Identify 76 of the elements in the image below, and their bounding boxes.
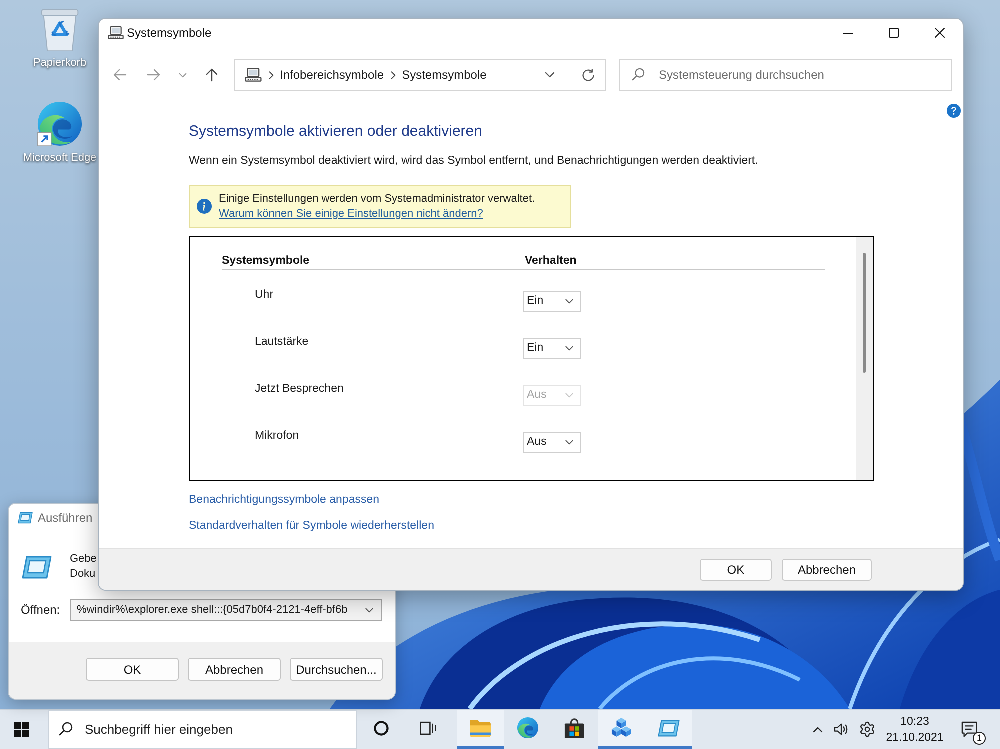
chevron-down-icon <box>565 440 574 445</box>
notification-badge: 1 <box>973 732 986 745</box>
run-button[interactable] <box>645 710 692 749</box>
chevron-down-icon[interactable] <box>545 72 555 78</box>
dialog-button[interactable]: Abbrechen <box>782 558 872 580</box>
window-title: Ausführen <box>38 510 93 526</box>
search-field[interactable]: Systemsteuerung durchsuchen <box>619 59 952 91</box>
symbol-name: Jetzt Besprechen <box>255 382 345 397</box>
notice-text: Einige Einstellungen werden vom Systemadministrator verwaltet. <box>219 192 536 206</box>
window-icon <box>22 556 52 579</box>
help-icon[interactable] <box>947 104 961 118</box>
window-title: Systemsymbole <box>127 25 212 41</box>
column-header: Verhalten <box>525 254 577 269</box>
chevron-down-icon <box>565 346 574 351</box>
windows-logo-icon <box>14 722 28 737</box>
search-icon <box>632 68 645 81</box>
dialog-button[interactable]: Durchsuchen... <box>290 658 383 681</box>
taskbar-search-field[interactable]: Suchbegriff hier eingeben <box>48 710 357 749</box>
recycle-bin-icon[interactable] <box>40 8 80 52</box>
scrollbar-thumb[interactable] <box>863 253 866 373</box>
behavior-dropdown[interactable]: Aus <box>523 432 581 453</box>
close-icon <box>935 28 945 38</box>
address-bar[interactable]: Infobereichsymbole Systemsymbole <box>234 59 606 91</box>
chevron-up-icon <box>813 726 823 732</box>
notification-icon[interactable] <box>960 721 978 738</box>
edge-logo-icon[interactable] <box>37 101 83 147</box>
notice-link[interactable]: Warum können Sie einige Einstellungen nicht ändern? <box>219 206 484 222</box>
description-text: Wenn ein Systemsymbol deaktiviert wird, wird das Symbol entfernt, und Benachrichtigungen werden deaktiviert. <box>189 154 758 169</box>
breadcrumb-item[interactable]: Infobereichsymbole <box>280 67 384 83</box>
behavior-dropdown[interactable]: Ein <box>523 338 581 359</box>
info-icon <box>197 199 212 214</box>
prompt-text: Gebe <box>70 552 97 567</box>
clock-time[interactable]: 10:23 <box>900 714 930 730</box>
app-button[interactable] <box>598 710 645 749</box>
chevron-down-icon <box>365 608 374 612</box>
window-icon <box>658 720 680 736</box>
dialog-button[interactable]: Abbrechen <box>188 658 281 681</box>
folder-icon <box>469 718 492 738</box>
shopping-bag-icon <box>564 718 585 738</box>
refresh-icon[interactable] <box>582 68 595 82</box>
breadcrumb-item[interactable]: Systemsymbole <box>402 67 487 83</box>
field-label: Öffnen: <box>21 602 62 619</box>
maximize-icon <box>889 28 899 38</box>
link[interactable]: Benachrichtigungssymbole anpassen <box>189 492 380 508</box>
window-icon <box>18 512 33 524</box>
chevron-right-icon <box>269 70 274 80</box>
search-icon <box>59 722 73 736</box>
symbol-name: Lautstärke <box>255 335 310 350</box>
arrow-left-icon <box>113 69 127 81</box>
task-view-icon <box>420 720 437 736</box>
link[interactable]: Standardverhalten für Symbole wiederherstellen <box>189 518 434 534</box>
cubes-icon <box>611 718 632 738</box>
speaker-icon <box>834 723 848 736</box>
dialog-button[interactable]: OK <box>700 558 772 580</box>
open-combobox[interactable]: %windir%\explorer.exe shell:::{05d7b0f4-2121-4eff-bf6b <box>70 599 382 621</box>
column-header: Systemsymbole <box>222 254 311 269</box>
chevron-down-icon <box>565 299 574 304</box>
file-explorer-button[interactable] <box>457 710 504 749</box>
computer-icon <box>245 68 262 82</box>
chevron-right-icon <box>391 70 396 80</box>
minimize-icon <box>843 32 853 34</box>
settings-icon <box>858 721 876 738</box>
symbol-name: Mikrofon <box>255 429 300 444</box>
arrow-right-icon <box>147 69 161 81</box>
behavior-dropdown[interactable]: Ein <box>523 291 581 312</box>
symbol-name: Uhr <box>255 288 275 303</box>
edge-logo-icon <box>516 717 538 739</box>
dialog-button[interactable]: OK <box>86 658 179 681</box>
chevron-down-icon <box>179 72 187 78</box>
circle-icon <box>374 720 389 736</box>
clock-date[interactable]: 21.10.2021 <box>886 730 944 746</box>
prompt-text: Doku <box>70 567 97 582</box>
computer-icon <box>108 26 124 40</box>
arrow-up-icon <box>206 68 218 82</box>
chevron-down-icon <box>565 393 574 398</box>
page-heading: Systemsymbole aktivieren oder deaktivieren <box>189 122 482 141</box>
